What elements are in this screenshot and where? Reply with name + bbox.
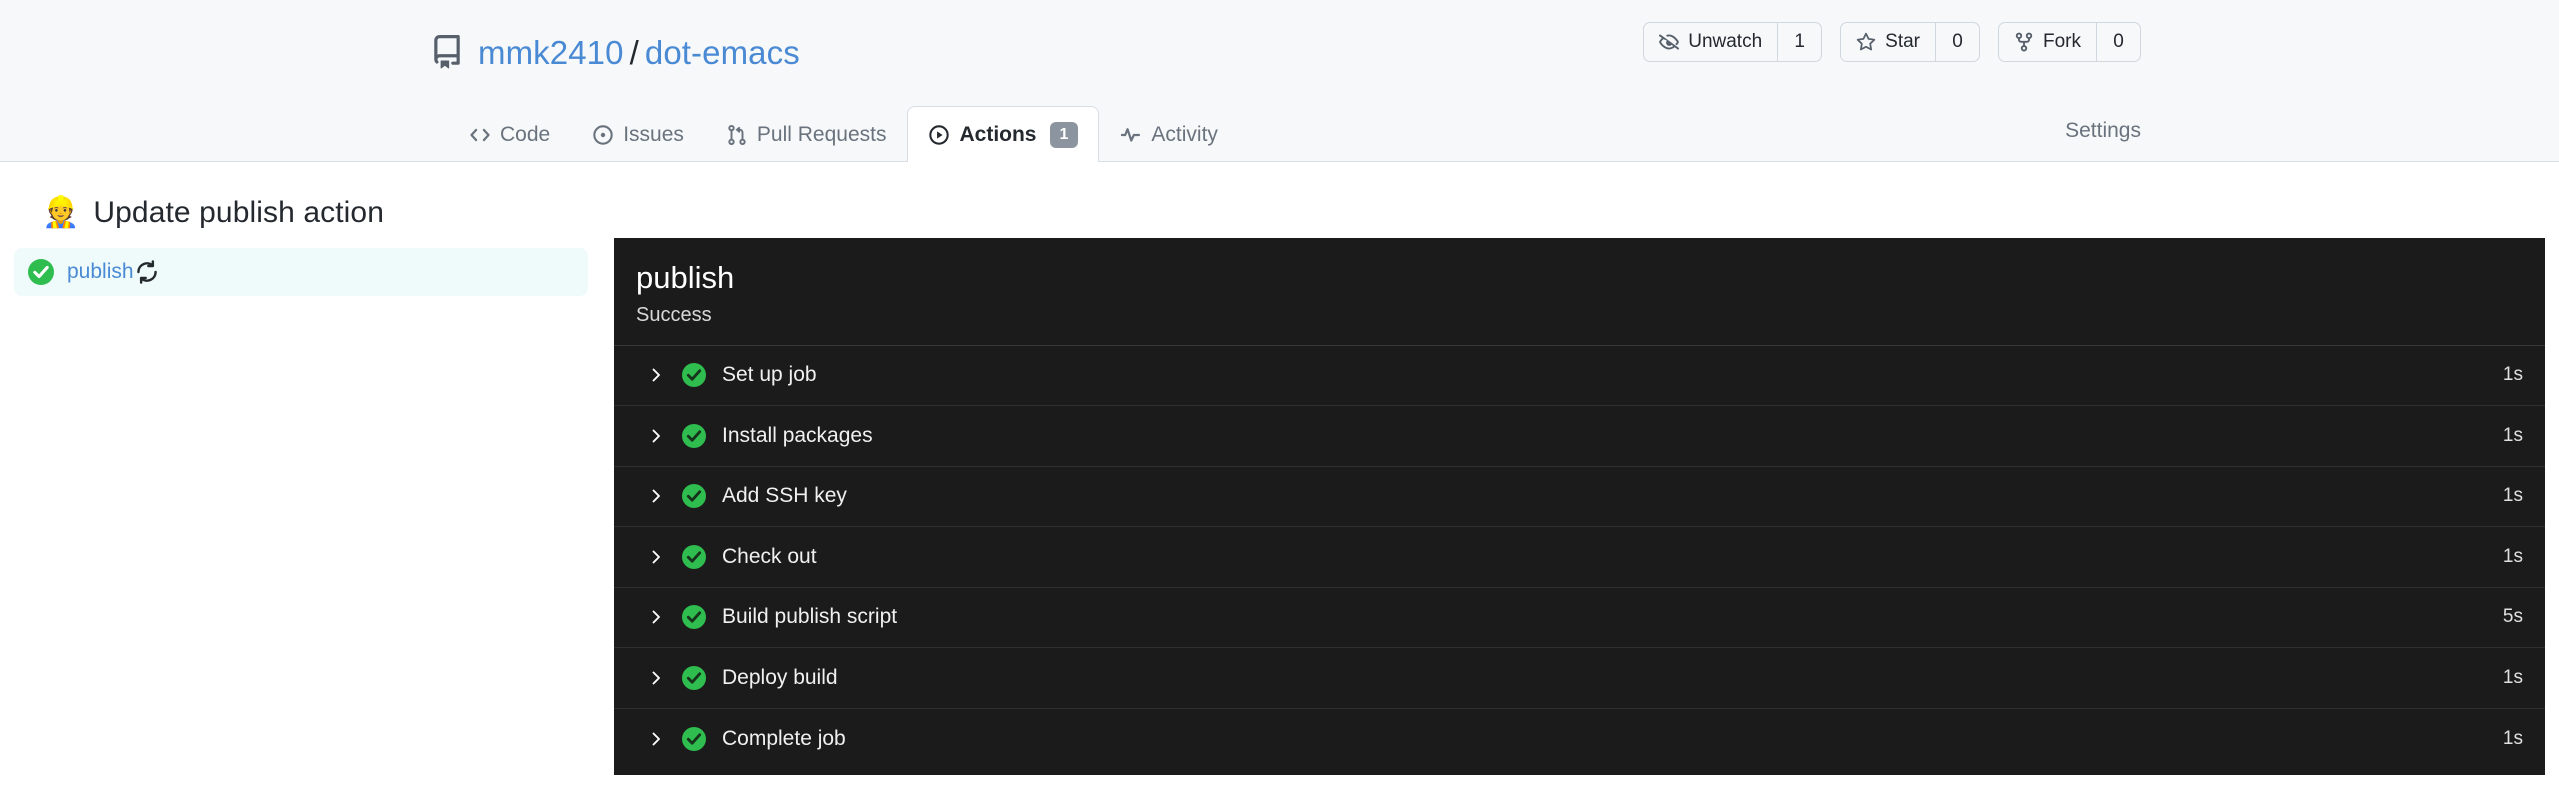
job-log-title: publish	[636, 260, 735, 295]
construction-worker-emoji-icon: 👷	[42, 196, 80, 229]
chevron-right-icon[interactable]	[648, 367, 664, 383]
watch-button-group[interactable]: Unwatch 1	[1643, 22, 1823, 62]
step-row[interactable]: Set up job 1s	[614, 346, 2545, 407]
repo-header: mmk2410/dot-emacs Unwatch 1 Star 0 Fork …	[0, 0, 2559, 162]
chevron-right-icon[interactable]	[648, 731, 664, 747]
chevron-right-icon[interactable]	[648, 670, 664, 686]
step-label: Check out	[722, 544, 817, 568]
repo-action-buttons: Unwatch 1 Star 0 Fork 0	[1643, 22, 2141, 62]
repo-owner-link[interactable]: mmk2410	[478, 34, 624, 71]
step-row[interactable]: Check out 1s	[614, 527, 2545, 588]
eye-closed-icon	[1659, 32, 1680, 52]
step-label: Build publish script	[722, 605, 898, 629]
fork-count[interactable]: 0	[2096, 23, 2140, 61]
step-duration: 1s	[2502, 545, 2523, 567]
check-circle-green-icon	[664, 544, 706, 569]
breadcrumb-separator: /	[629, 33, 639, 71]
step-duration: 1s	[2502, 485, 2523, 507]
tab-pull-requests-label: Pull Requests	[756, 122, 887, 146]
tab-code[interactable]: Code	[448, 106, 571, 162]
check-circle-green-icon	[28, 259, 54, 285]
check-circle-green-icon	[664, 423, 706, 448]
check-circle-green-icon	[664, 605, 706, 630]
check-circle-green-icon	[664, 363, 706, 388]
tab-actions-badge: 1	[1049, 121, 1079, 148]
fork-button[interactable]: Fork	[1999, 23, 2096, 61]
job-log-status: Success	[636, 303, 712, 326]
step-row[interactable]: Add SSH key 1s	[614, 467, 2545, 528]
fork-label: Fork	[2043, 31, 2081, 52]
tab-settings-label: Settings	[2065, 119, 2141, 142]
fork-button-group[interactable]: Fork 0	[1998, 22, 2141, 62]
repo-nav-tabs: Code Issues Pull Requests Actions 1 Acti…	[448, 105, 1239, 162]
check-circle-green-icon	[664, 484, 706, 509]
repo-title-row: mmk2410/dot-emacs Unwatch 1 Star 0 Fork …	[0, 0, 2559, 82]
workflow-run-body: publish publish Success Set up job 1s In…	[0, 238, 2559, 775]
page-title: 👷 Update publish action	[0, 162, 2559, 238]
step-duration: 1s	[2502, 666, 2523, 688]
tab-settings[interactable]: Settings	[2055, 119, 2141, 153]
play-circle-icon	[928, 124, 950, 146]
unwatch-label: Unwatch	[1688, 31, 1763, 52]
tab-pull-requests[interactable]: Pull Requests	[705, 106, 908, 162]
step-duration: 5s	[2502, 606, 2523, 628]
step-duration: 1s	[2502, 424, 2523, 446]
jobs-sidebar: publish	[0, 238, 614, 296]
chevron-right-icon[interactable]	[648, 488, 664, 504]
repo-identity: mmk2410/dot-emacs	[430, 35, 800, 69]
step-row[interactable]: Install packages 1s	[614, 406, 2545, 467]
sidebar-item-publish-label: publish	[67, 260, 134, 283]
repo-name-link[interactable]: dot-emacs	[645, 34, 800, 71]
tab-activity[interactable]: Activity	[1099, 106, 1239, 162]
job-log-panel: publish Success Set up job 1s Install pa…	[614, 238, 2545, 775]
watch-count[interactable]: 1	[1777, 23, 1821, 61]
step-row[interactable]: Complete job 1s	[614, 709, 2545, 770]
chevron-right-icon[interactable]	[648, 428, 664, 444]
tab-actions[interactable]: Actions 1	[907, 106, 1100, 162]
page-title-text: Update publish action	[93, 196, 384, 229]
code-icon	[469, 124, 491, 146]
repo-nav: Code Issues Pull Requests Actions 1 Acti…	[0, 93, 2559, 162]
job-steps-list: Set up job 1s Install packages 1s Add SS…	[614, 346, 2545, 770]
repo-breadcrumb: mmk2410/dot-emacs	[478, 36, 800, 69]
step-row[interactable]: Build publish script 5s	[614, 588, 2545, 649]
step-duration: 1s	[2502, 364, 2523, 386]
tab-activity-label: Activity	[1151, 122, 1218, 146]
step-row[interactable]: Deploy build 1s	[614, 648, 2545, 709]
star-button-group[interactable]: Star 0	[1840, 22, 1980, 62]
chevron-right-icon[interactable]	[648, 609, 664, 625]
star-icon	[1856, 32, 1876, 52]
tab-issues[interactable]: Issues	[571, 106, 705, 162]
step-label: Set up job	[722, 363, 817, 387]
tab-actions-label: Actions	[959, 122, 1037, 146]
step-label: Complete job	[722, 726, 846, 750]
sidebar-item-publish[interactable]: publish	[14, 248, 588, 296]
git-pull-request-icon	[726, 124, 748, 146]
step-duration: 1s	[2502, 727, 2523, 749]
tab-issues-label: Issues	[623, 122, 684, 146]
star-button[interactable]: Star	[1841, 23, 1935, 61]
job-log-header: publish Success	[614, 238, 2545, 346]
unwatch-button[interactable]: Unwatch	[1644, 23, 1777, 61]
chevron-right-icon[interactable]	[648, 549, 664, 565]
check-circle-green-icon	[664, 665, 706, 690]
step-label: Add SSH key	[722, 484, 847, 508]
step-label: Install packages	[722, 423, 873, 447]
rerun-sync-icon[interactable]	[134, 259, 160, 285]
check-circle-green-icon	[664, 726, 706, 751]
issue-opened-icon	[592, 124, 614, 146]
star-count[interactable]: 0	[1935, 23, 1979, 61]
step-label: Deploy build	[722, 665, 838, 689]
fork-icon	[2014, 32, 2034, 52]
repo-book-icon	[430, 35, 464, 69]
star-label: Star	[1885, 31, 1920, 52]
pulse-icon	[1120, 124, 1142, 146]
tab-code-label: Code	[500, 122, 551, 146]
